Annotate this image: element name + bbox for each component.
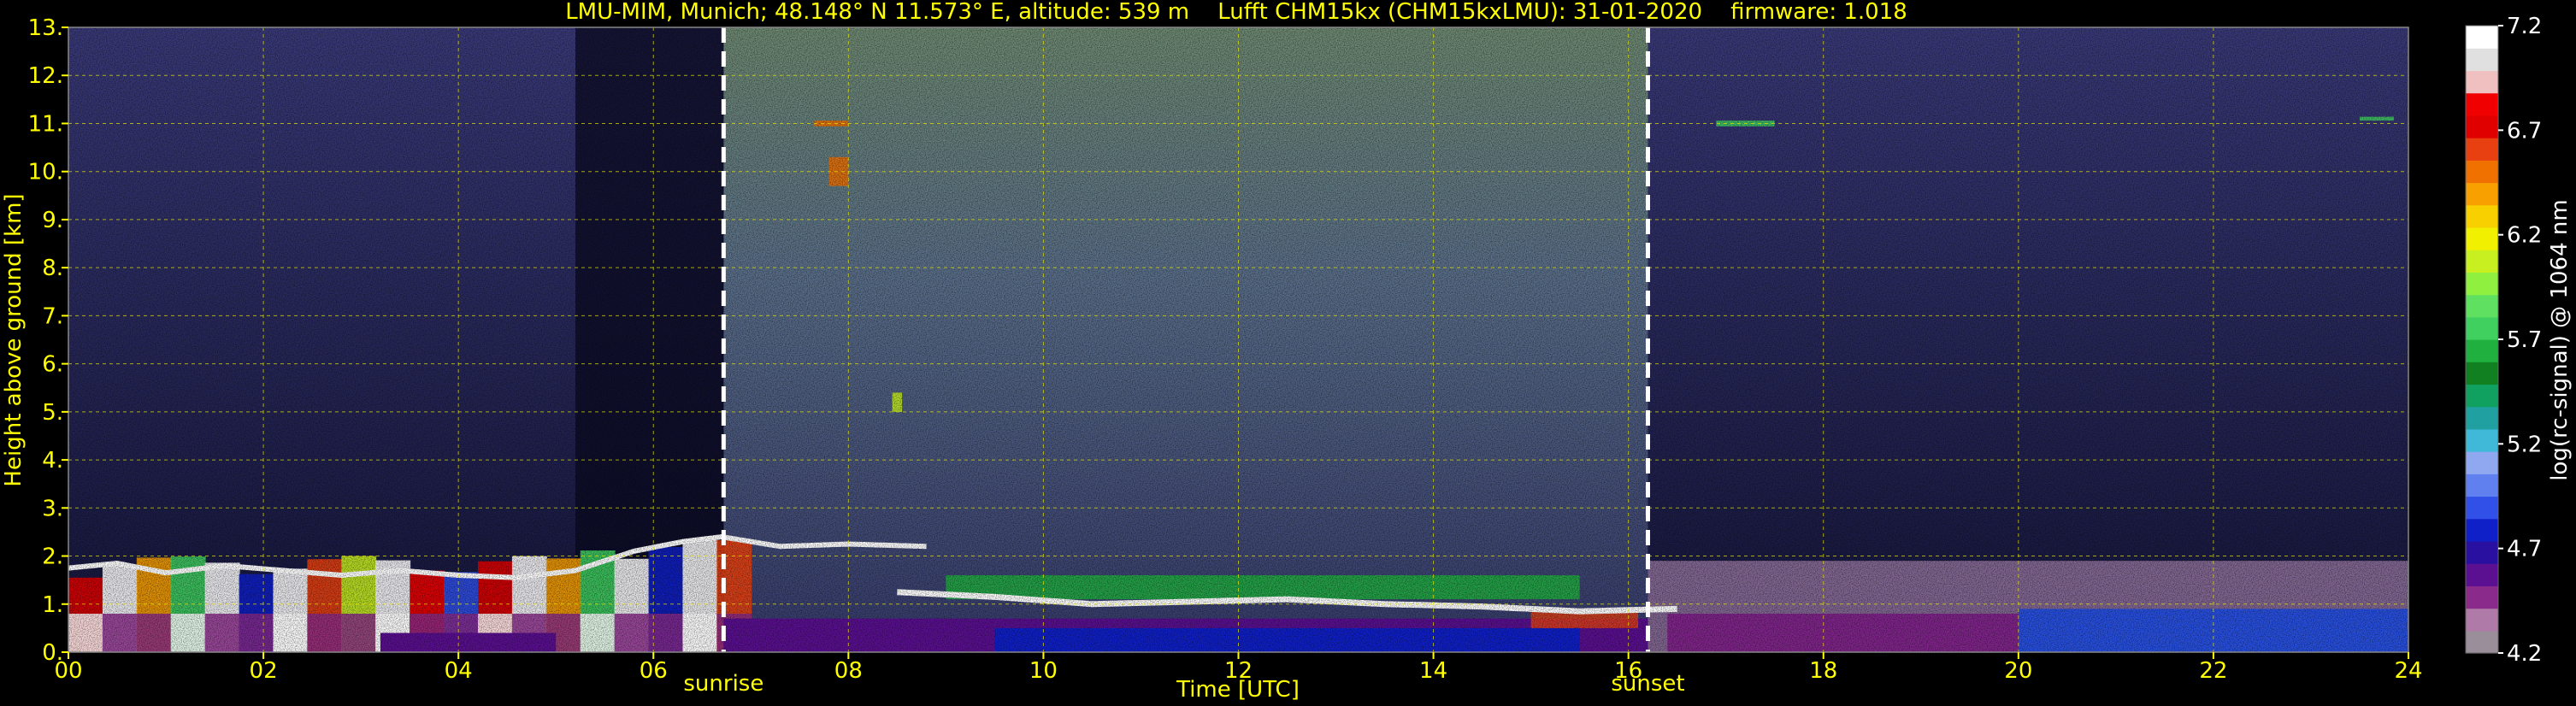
y-tick-label: 5.: [42, 400, 63, 426]
colorbar-bands: [2466, 26, 2498, 654]
colorbar-band: [2466, 227, 2498, 250]
colorbar: 4.2 4.7 5.2 5.7 6.2 6.7 7.2 log(rc-signal) @ 1…: [2465, 14, 2573, 667]
colorbar-band: [2466, 630, 2498, 654]
colorbar-band: [2466, 540, 2498, 564]
y-tick-label: 7.: [42, 303, 63, 329]
x-tick-label: 08: [834, 658, 863, 684]
colorbar-band: [2466, 160, 2498, 184]
colorbar-band: [2466, 204, 2498, 228]
colorbar-tick-label: 5.7: [2507, 327, 2542, 353]
x-tick-label: 22: [2199, 658, 2227, 684]
y-tick-label: 3.: [42, 496, 63, 521]
colorbar-band: [2466, 115, 2498, 138]
x-tick-label: 06: [640, 658, 668, 684]
colorbar-tick-label: 6.7: [2507, 118, 2542, 144]
y-tick-label: 13.: [28, 15, 63, 41]
colorbar-band: [2466, 70, 2498, 94]
ceilometer-chart: LMU-MIM, Munich; 48.148° N 11.573° E, al…: [1, 0, 2573, 703]
chart-title: LMU-MIM, Munich; 48.148° N 11.573° E, al…: [565, 0, 1907, 25]
marker-label-sunset: sunset: [1611, 671, 1684, 697]
colorbar-ticks: 4.2 4.7 5.2 5.7 6.2 6.7 7.2: [2498, 14, 2542, 667]
colorbar-band: [2466, 428, 2498, 452]
colorbar-band: [2466, 339, 2498, 362]
colorbar-tick-label: 4.2: [2507, 641, 2542, 667]
colorbar-band: [2466, 585, 2498, 609]
y-tick-label: 8.: [42, 256, 63, 281]
y-tick-label: 2.: [42, 544, 63, 570]
x-tick-label: 20: [2004, 658, 2032, 684]
colorbar-tick-label: 6.2: [2507, 223, 2542, 249]
y-axis-label: Height above ground [km]: [1, 193, 27, 486]
colorbar-band: [2466, 563, 2498, 586]
colorbar-band: [2466, 406, 2498, 430]
colorbar-band: [2466, 294, 2498, 318]
y-tick-label: 1.: [42, 592, 63, 618]
colorbar-band: [2466, 474, 2498, 497]
colorbar-band: [2466, 48, 2498, 72]
colorbar-band: [2466, 182, 2498, 206]
colorbar-band: [2466, 496, 2498, 520]
colorbar-label: log(rc-signal) @ 1064 nm: [2547, 199, 2573, 480]
colorbar-band: [2466, 138, 2498, 161]
colorbar-band: [2466, 272, 2498, 296]
x-tick-label: 02: [250, 658, 278, 684]
colorbar-band: [2466, 518, 2498, 542]
x-axis-label: Time [UTC]: [1176, 677, 1300, 703]
colorbar-tick-label: 5.2: [2507, 432, 2542, 457]
colorbar-band: [2466, 451, 2498, 474]
x-tick-label: 10: [1029, 658, 1058, 684]
colorbar-band: [2466, 608, 2498, 632]
x-tick-label: 04: [445, 658, 473, 684]
colorbar-band: [2466, 384, 2498, 408]
marker-label-sunrise: sunrise: [683, 671, 763, 697]
y-tick-label: 9.: [42, 208, 63, 233]
x-tick-label: 24: [2394, 658, 2422, 684]
y-tick-label: 6.: [42, 352, 63, 378]
plot-area: [68, 26, 2409, 653]
x-tick-label: 00: [54, 658, 82, 684]
y-tick-label: 4.: [42, 448, 63, 474]
y-tick-label: 10.: [28, 160, 63, 185]
colorbar-band: [2466, 250, 2498, 273]
colorbar-tick-label: 7.2: [2507, 14, 2542, 39]
colorbar-band: [2466, 362, 2498, 385]
x-tick-label: 14: [1419, 658, 1447, 684]
noise-overlay: [68, 27, 2408, 652]
colorbar-tick-label: 4.7: [2507, 537, 2542, 562]
colorbar-band: [2466, 26, 2498, 49]
y-tick-label: 12.: [28, 63, 63, 89]
colorbar-band: [2466, 92, 2498, 116]
x-tick-label: 18: [1809, 658, 1837, 684]
y-axis-ticks: 0.1.2.3.4.5.6.7.8.9.10.11.12.13.: [28, 15, 68, 666]
y-tick-label: 11.: [28, 111, 63, 137]
colorbar-band: [2466, 316, 2498, 340]
